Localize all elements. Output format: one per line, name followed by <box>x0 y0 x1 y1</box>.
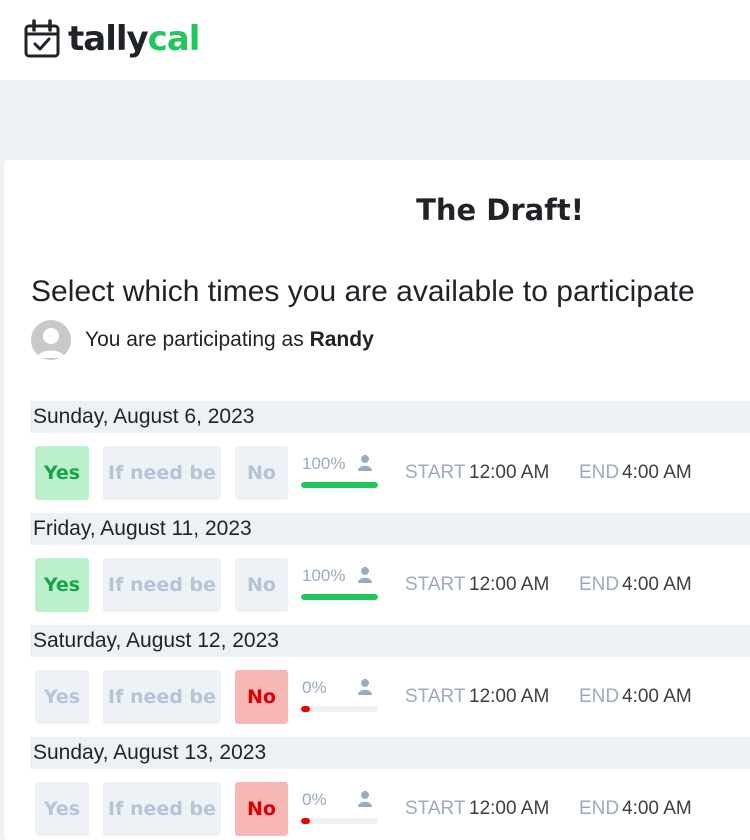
end-time: 4:00 AM <box>622 798 692 819</box>
yes-button[interactable]: Yes <box>35 670 89 724</box>
no-button[interactable]: No <box>235 446 288 500</box>
date-row: Yes If need be No 0% START 12:00 AM END … <box>0 782 750 836</box>
start-time: 12:00 AM <box>469 686 550 707</box>
attendance-bar-fill <box>301 594 378 600</box>
avatar <box>31 320 71 360</box>
date-header: Friday, August 11, 2023 <box>30 513 750 545</box>
date-header: Sunday, August 6, 2023 <box>30 401 750 433</box>
start-label: START <box>405 462 466 483</box>
date-header: Sunday, August 13, 2023 <box>30 737 750 769</box>
attendance-bar <box>301 818 378 824</box>
user-avatar-icon <box>37 328 65 358</box>
person-icon <box>358 679 372 695</box>
start-label: START <box>405 686 466 707</box>
if-need-be-button[interactable]: If need be <box>103 782 221 836</box>
top-header: tallycal <box>0 0 750 80</box>
attendance-bar <box>301 594 378 600</box>
no-button[interactable]: No <box>235 782 288 836</box>
attendance-bar <box>301 482 378 488</box>
end-label: END <box>579 574 620 595</box>
participant-prefix: You are participating as <box>85 328 304 351</box>
participant-info: You are participating as Randy <box>31 320 374 360</box>
end-label: END <box>579 686 620 707</box>
end-time: 4:00 AM <box>622 574 692 595</box>
no-button[interactable]: No <box>235 670 288 724</box>
attendance-percent: 0% <box>302 790 327 809</box>
logo[interactable]: tallycal <box>24 19 201 59</box>
logo-text: tallycal <box>68 19 201 59</box>
start-time: 12:00 AM <box>469 798 550 819</box>
attendance-bar <box>301 706 378 712</box>
attendance-bar-fill <box>301 706 311 712</box>
date-header: Saturday, August 12, 2023 <box>30 625 750 657</box>
attendance-bar-fill <box>301 482 378 488</box>
availability-prompt: Select which times you are available to … <box>31 275 695 308</box>
attendance-percent: 0% <box>302 678 327 697</box>
end-time: 4:00 AM <box>622 686 692 707</box>
start-label: START <box>405 798 466 819</box>
logo-text-tally: tally <box>68 19 149 59</box>
end-label: END <box>579 798 620 819</box>
yes-button[interactable]: Yes <box>35 558 89 612</box>
if-need-be-button[interactable]: If need be <box>103 446 221 500</box>
attendance-percent: 100% <box>302 566 346 585</box>
yes-button[interactable]: Yes <box>35 782 89 836</box>
date-row: Yes If need be No 100% START 12:00 AM EN… <box>0 558 750 612</box>
no-button[interactable]: No <box>235 558 288 612</box>
start-time: 12:00 AM <box>469 574 550 595</box>
person-icon <box>358 567 372 583</box>
if-need-be-button[interactable]: If need be <box>103 558 221 612</box>
start-label: START <box>405 574 466 595</box>
participant-text: You are participating as Randy <box>85 328 374 352</box>
end-label: END <box>579 462 620 483</box>
calendar-check-icon <box>24 19 60 58</box>
yes-button[interactable]: Yes <box>35 446 89 500</box>
event-title: The Draft! <box>416 193 584 227</box>
date-row: Yes If need be No 0% START 12:00 AM END … <box>0 670 750 724</box>
person-icon <box>358 791 372 807</box>
participant-name: Randy <box>309 328 374 351</box>
person-icon <box>358 455 372 471</box>
end-time: 4:00 AM <box>622 462 692 483</box>
start-time: 12:00 AM <box>469 462 550 483</box>
attendance-bar-fill <box>301 818 311 824</box>
logo-text-cal: cal <box>147 19 201 59</box>
attendance-percent: 100% <box>302 454 346 473</box>
if-need-be-button[interactable]: If need be <box>103 670 221 724</box>
date-row: Yes If need be No 100% START 12:00 AM EN… <box>0 446 750 500</box>
